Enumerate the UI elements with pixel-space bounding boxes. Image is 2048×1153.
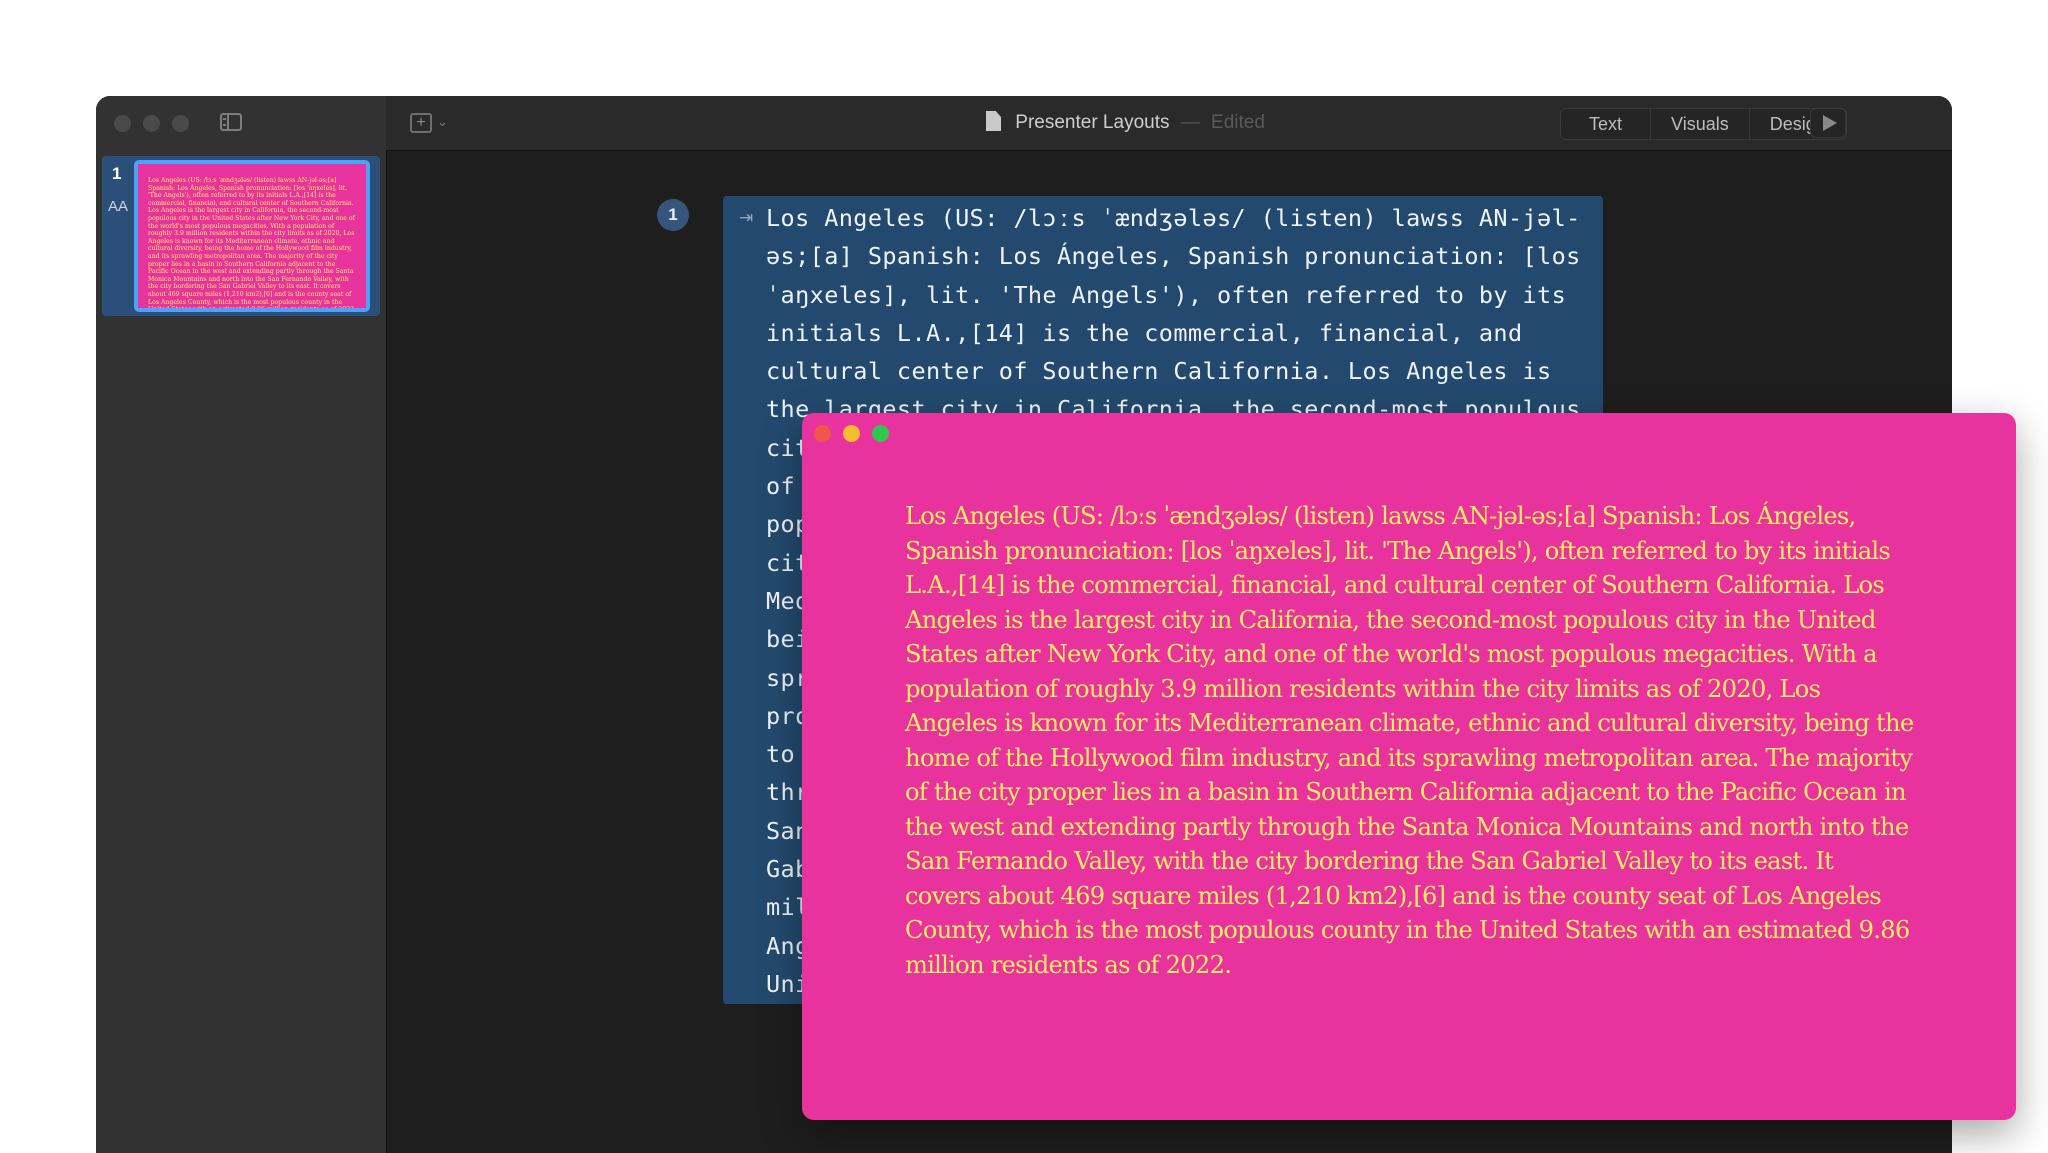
preview-window-controls [814,425,889,442]
tab-text[interactable]: Text [1561,109,1650,139]
preview-close-button[interactable] [814,425,831,442]
edited-status: Edited [1211,112,1265,133]
add-slide-icon[interactable]: + [410,113,432,133]
step-number-badge: 1 [657,199,689,231]
text-size-icon: AA [108,198,129,215]
zoom-button[interactable] [172,115,189,132]
sidebar-toggle-icon[interactable] [220,113,242,131]
tab-visuals[interactable]: Visuals [1650,109,1749,139]
preview-zoom-button[interactable] [872,425,889,442]
window-title-area: Presenter Layouts — Edited [986,111,1265,134]
slide-number: 1 [112,164,122,183]
mode-segmented-control: Text Visuals Design [1560,108,1847,140]
slide-sidebar: 1 AA Los Angeles (US: /lɔːs ˈændʒələs/ (… [96,96,387,1153]
close-button[interactable] [114,115,131,132]
preview-minimize-button[interactable] [843,425,860,442]
play-button[interactable] [1810,108,1846,138]
document-title: Presenter Layouts [1015,112,1170,133]
toolbar: + ⌄ Presenter Layouts — Edited Text Visu… [386,96,1952,151]
chevron-down-icon[interactable]: ⌄ [437,114,448,130]
slide-thumbnail-text: Los Angeles (US: /lɔːs ˈændʒələs/ (liste… [148,177,356,312]
presenter-preview-window: Los Angeles (US: /lɔːs ˈændʒələs/ (liste… [802,413,2016,1120]
indent-arrow-icon: ⇥ [739,208,754,227]
slide-list-item[interactable]: 1 AA Los Angeles (US: /lɔːs ˈændʒələs/ (… [102,156,380,316]
document-icon [986,111,1001,131]
title-separator: — [1180,112,1200,133]
window-controls [114,115,189,132]
presenter-slide-text: Los Angeles (US: /lɔːs ˈændʒələs/ (liste… [905,502,1914,979]
slide-thumbnail[interactable]: Los Angeles (US: /lɔːs ˈændʒələs/ (liste… [134,160,370,312]
minimize-button[interactable] [143,115,160,132]
